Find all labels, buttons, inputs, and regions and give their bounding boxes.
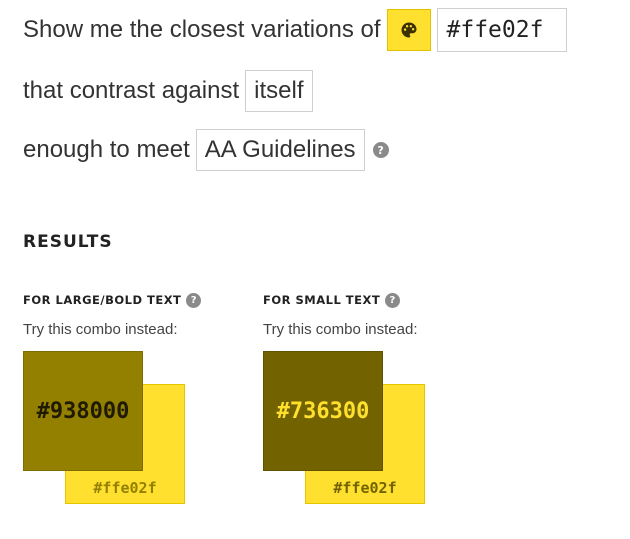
result-small-swatch: #ffe02f #736300 bbox=[263, 351, 433, 511]
guideline-select[interactable]: AA Guidelines bbox=[195, 129, 365, 171]
result-large-subtitle: Try this combo instead: bbox=[23, 321, 178, 338]
result-large-heading-label: FOR LARGE/BOLD TEXT bbox=[23, 293, 182, 307]
query-row-guidelines: enough to meet AA Guidelines ? bbox=[23, 128, 389, 172]
query-prefix-label: Show me the closest variations of bbox=[23, 16, 381, 43]
results-title: RESULTS bbox=[23, 232, 113, 252]
help-icon[interactable]: ? bbox=[372, 142, 389, 158]
swatch-back-large-hex: #ffe02f bbox=[93, 479, 157, 497]
swatch-front-large[interactable]: #938000 bbox=[23, 351, 143, 471]
result-small-heading-label: FOR SMALL TEXT bbox=[263, 293, 381, 307]
swatch-front-small[interactable]: #736300 bbox=[263, 351, 383, 471]
result-large-heading: FOR LARGE/BOLD TEXT ? bbox=[23, 290, 202, 310]
help-icon[interactable]: ? bbox=[385, 292, 401, 308]
query-row-contrast: that contrast against itself bbox=[23, 69, 313, 113]
result-large-text: FOR LARGE/BOLD TEXT ? Try this combo ins… bbox=[23, 290, 202, 511]
hex-color-input[interactable]: #ffe02f bbox=[436, 8, 567, 52]
contrast-target-select[interactable]: itself bbox=[245, 70, 313, 112]
palette-icon bbox=[401, 22, 417, 38]
result-small-text: FOR SMALL TEXT ? Try this combo instead:… bbox=[263, 290, 433, 511]
color-picker-button[interactable] bbox=[386, 9, 431, 51]
result-small-subtitle: Try this combo instead: bbox=[263, 321, 418, 338]
meet-prefix-label: enough to meet bbox=[23, 136, 190, 163]
query-row-color: Show me the closest variations of #ffe02… bbox=[23, 8, 567, 52]
result-small-heading: FOR SMALL TEXT ? bbox=[263, 290, 433, 310]
swatch-back-small-hex: #ffe02f bbox=[333, 479, 397, 497]
contrast-prefix-label: that contrast against bbox=[23, 77, 240, 104]
help-icon[interactable]: ? bbox=[186, 292, 202, 308]
result-large-swatch: #ffe02f #938000 bbox=[23, 351, 193, 511]
